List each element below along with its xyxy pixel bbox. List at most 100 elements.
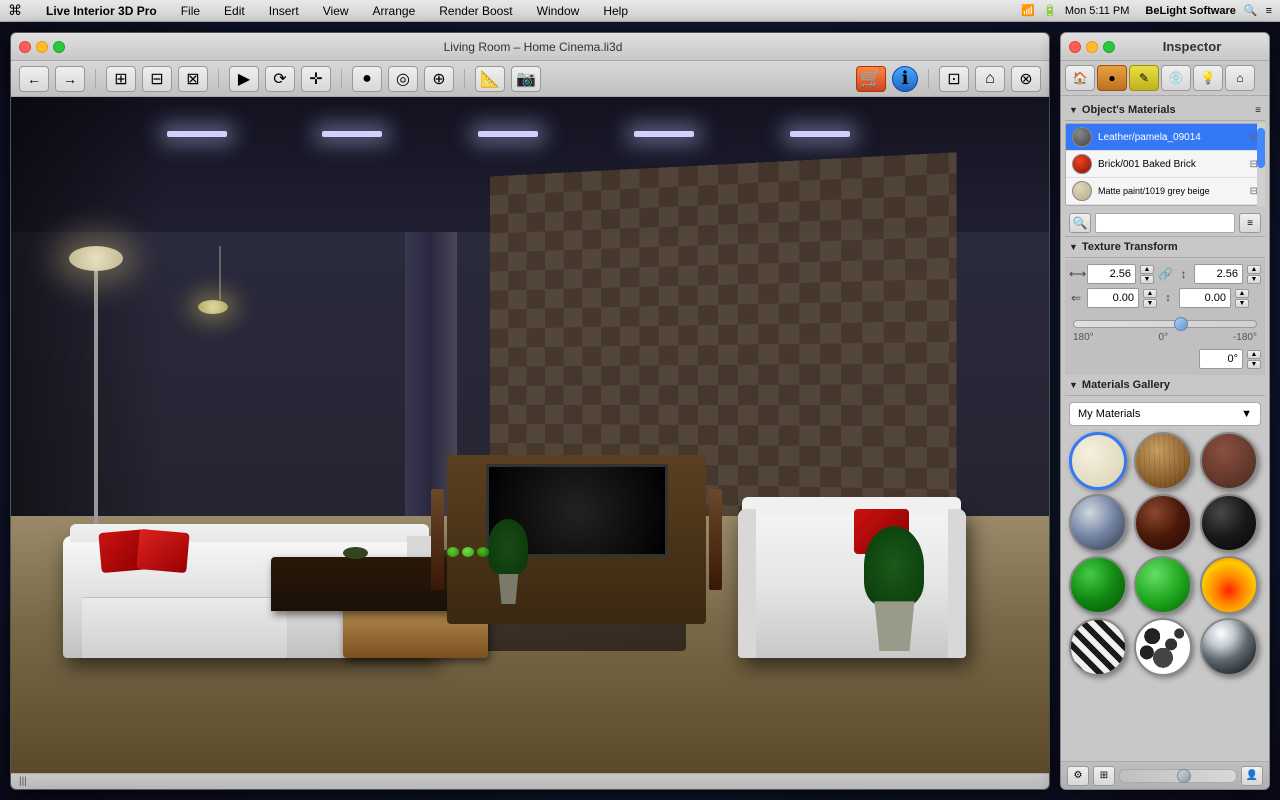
inspector-grid-btn[interactable]: ⊞ xyxy=(1093,766,1115,786)
material-item-leather[interactable]: Leather/pamela_09014 ⊟ xyxy=(1066,124,1264,151)
gallery-item-cream[interactable] xyxy=(1069,432,1127,490)
view3d-alt-button[interactable]: ⊗ xyxy=(1011,66,1041,92)
3d-view-button[interactable]: ⊠ xyxy=(178,66,208,92)
materials-section-header: ▼ Object's Materials ≡ xyxy=(1065,100,1265,121)
menu-app[interactable]: Live Interior 3D Pro xyxy=(42,4,161,18)
gallery-grid xyxy=(1069,432,1261,676)
measure-button[interactable]: 📐 xyxy=(475,66,505,92)
gallery-item-dalmatian[interactable] xyxy=(1134,618,1192,676)
gallery-item-green2[interactable] xyxy=(1134,556,1192,614)
menu-file[interactable]: File xyxy=(177,4,204,18)
scale-x-down[interactable]: ▼ xyxy=(1140,275,1154,284)
fullscreen-button[interactable] xyxy=(53,41,65,53)
gallery-item-mahogany[interactable] xyxy=(1134,494,1192,552)
scrollbar-thumb[interactable] xyxy=(1257,128,1265,168)
scale-x-up[interactable]: ▲ xyxy=(1140,265,1154,274)
inspector-minimize[interactable] xyxy=(1086,41,1098,53)
nav-back-button[interactable]: ← xyxy=(19,66,49,92)
eyedropper-tool[interactable]: 🔍 xyxy=(1069,213,1091,233)
texture-transform-header: ▼ Texture Transform xyxy=(1065,237,1265,258)
menu-edit[interactable]: Edit xyxy=(220,4,249,18)
close-button[interactable] xyxy=(19,41,31,53)
ceiling-light-5 xyxy=(790,131,850,137)
menu-window[interactable]: Window xyxy=(533,4,584,18)
menu-arrange[interactable]: Arrange xyxy=(369,4,420,18)
3d-scene[interactable] xyxy=(11,97,1049,773)
inspector-user-btn[interactable]: 👤 xyxy=(1241,766,1263,786)
inspector-close[interactable] xyxy=(1069,41,1081,53)
material-swatch-leather xyxy=(1072,127,1092,147)
info-button[interactable]: ℹ xyxy=(892,66,918,92)
media-unit xyxy=(447,455,707,624)
scale-x-input[interactable]: 2.56 xyxy=(1087,264,1136,284)
angle-thumb[interactable] xyxy=(1174,317,1188,331)
minimize-button[interactable] xyxy=(36,41,48,53)
inspector-fullscreen[interactable] xyxy=(1103,41,1115,53)
menu-insert[interactable]: Insert xyxy=(265,4,303,18)
menubar-extra-icon[interactable]: ≡ xyxy=(1266,5,1272,17)
scale-y-up[interactable]: ▲ xyxy=(1247,265,1261,274)
menu-render[interactable]: Render Boost xyxy=(435,4,516,18)
scale-x-stepper: ▲ ▼ xyxy=(1140,265,1154,284)
gallery-item-fire[interactable] xyxy=(1200,556,1258,614)
angle-input[interactable]: 0° xyxy=(1199,349,1243,369)
materials-scrollbar[interactable] xyxy=(1257,123,1265,206)
menu-help[interactable]: Help xyxy=(599,4,632,18)
nav-forward-button[interactable]: → xyxy=(55,66,85,92)
furnish-button[interactable]: 🛒 xyxy=(856,66,886,92)
gallery-item-chrome[interactable] xyxy=(1200,618,1258,676)
camera-pos-button[interactable]: ⊕ xyxy=(424,66,454,92)
pan-tool-button[interactable]: ✛ xyxy=(301,66,331,92)
inspector-tabs: 🏠 ● ✎ 💿 💡 ⌂ xyxy=(1061,61,1269,96)
angle-down[interactable]: ▼ xyxy=(1247,360,1261,369)
viewport-title: Living Room – Home Cinema.li3d xyxy=(73,40,993,54)
material-search-field[interactable] xyxy=(1095,213,1235,233)
camera-button[interactable]: 📷 xyxy=(511,66,541,92)
gallery-item-silver[interactable] xyxy=(1069,494,1127,552)
tab-room[interactable]: ⌂ xyxy=(1225,65,1255,91)
search-icon[interactable]: 🔍 xyxy=(1244,4,1258,17)
chain-link-icon[interactable]: 🔗 xyxy=(1158,267,1173,281)
tab-house[interactable]: 🏠 xyxy=(1065,65,1095,91)
slider-thumb[interactable] xyxy=(1177,769,1191,783)
material-tools-row: 🔍 ≡ xyxy=(1065,210,1265,237)
sphere-tool-button[interactable]: ● xyxy=(352,66,382,92)
inspector-slider[interactable] xyxy=(1119,769,1237,783)
material-swatch-brick xyxy=(1072,154,1092,174)
materials-options-icon[interactable]: ≡ xyxy=(1255,105,1261,116)
material-name-paint: Matte paint/1019 grey beige xyxy=(1098,186,1244,197)
floor-plan-button[interactable]: ⊞ xyxy=(106,66,136,92)
elevation-button[interactable]: ⊟ xyxy=(142,66,172,92)
material-item-brick[interactable]: Brick/001 Baked Brick ⊟ xyxy=(1066,151,1264,178)
gallery-item-zebra[interactable] xyxy=(1069,618,1127,676)
angle-up[interactable]: ▲ xyxy=(1247,350,1261,359)
tab-edit[interactable]: ✎ xyxy=(1129,65,1159,91)
offset-y-up[interactable]: ▲ xyxy=(1235,289,1249,298)
scale-y-down[interactable]: ▼ xyxy=(1247,275,1261,284)
scale-y-input[interactable]: 2.56 xyxy=(1194,264,1243,284)
angle-track[interactable] xyxy=(1073,320,1257,328)
ring-tool-button[interactable]: ◎ xyxy=(388,66,418,92)
offset-x-input[interactable]: 0.00 xyxy=(1087,288,1139,308)
offset-y-down[interactable]: ▼ xyxy=(1235,299,1249,308)
inspector-settings-btn[interactable]: ⚙ xyxy=(1067,766,1089,786)
tab-material[interactable]: ● xyxy=(1097,65,1127,91)
view-house-button[interactable]: ⌂ xyxy=(975,66,1005,92)
offset-y-input[interactable]: 0.00 xyxy=(1179,288,1231,308)
view2d-button[interactable]: ⊡ xyxy=(939,66,969,92)
material-options-btn[interactable]: ≡ xyxy=(1239,213,1261,233)
menu-view[interactable]: View xyxy=(319,4,353,18)
gallery-dropdown[interactable]: My Materials ▼ xyxy=(1069,402,1261,426)
gallery-item-brick[interactable] xyxy=(1200,432,1258,490)
gallery-item-green1[interactable] xyxy=(1069,556,1127,614)
offset-x-down[interactable]: ▼ xyxy=(1143,299,1157,308)
tab-library[interactable]: 💿 xyxy=(1161,65,1191,91)
material-item-paint[interactable]: Matte paint/1019 grey beige ⊟ xyxy=(1066,178,1264,205)
tab-light[interactable]: 💡 xyxy=(1193,65,1223,91)
plant-small xyxy=(488,524,528,604)
gallery-item-black[interactable] xyxy=(1200,494,1258,552)
orbit-tool-button[interactable]: ⟳ xyxy=(265,66,295,92)
offset-x-up[interactable]: ▲ xyxy=(1143,289,1157,298)
gallery-item-wood[interactable] xyxy=(1134,432,1192,490)
select-tool-button[interactable]: ▶ xyxy=(229,66,259,92)
